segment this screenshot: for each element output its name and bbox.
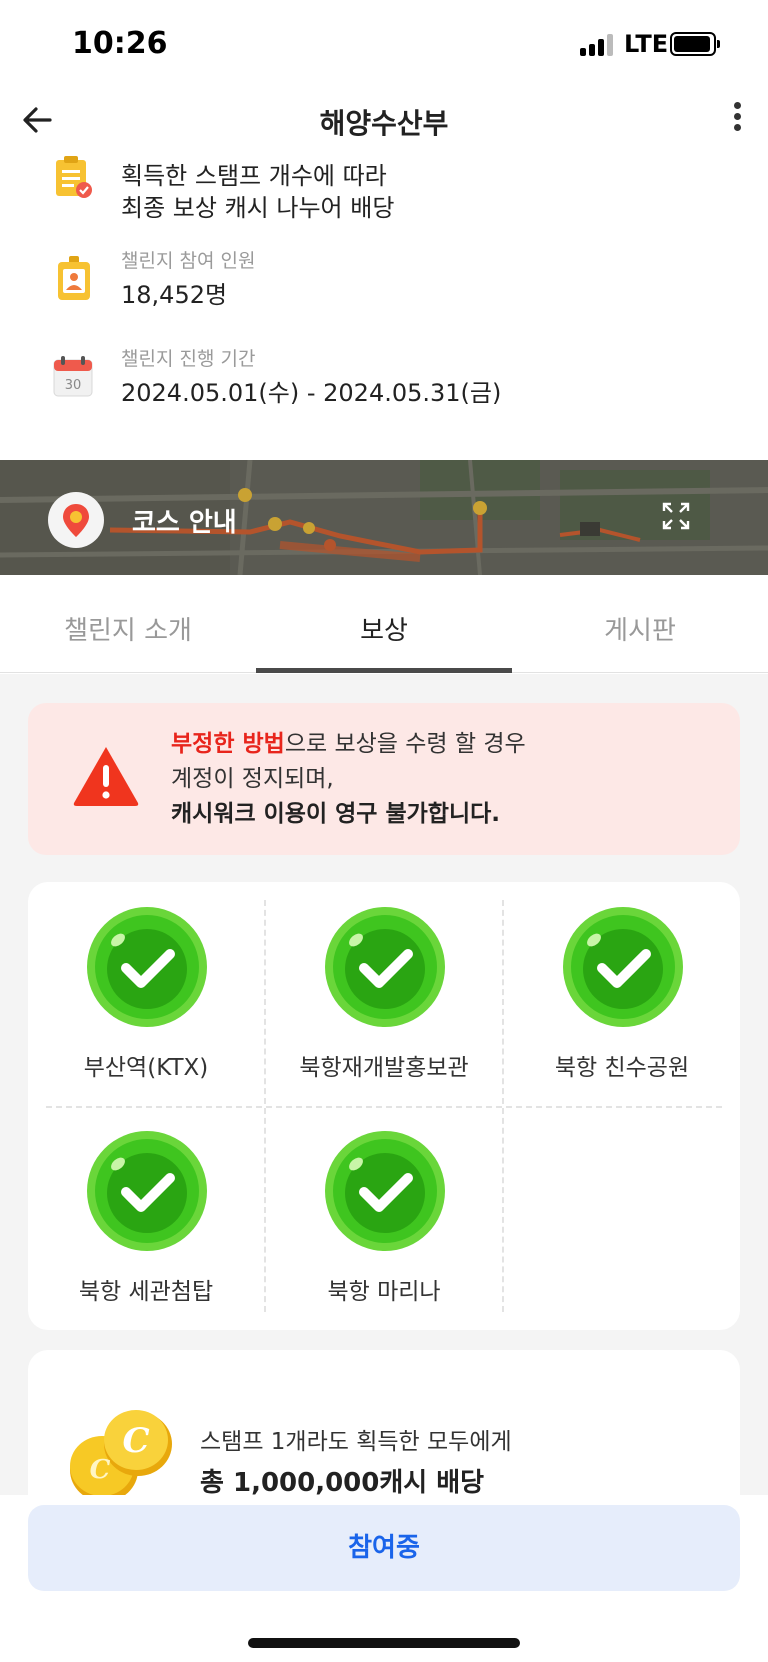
stamp-label: 북항 마리나: [327, 1279, 441, 1305]
participating-button[interactable]: 참여중: [28, 1505, 740, 1591]
participants-value: 18,452명: [121, 281, 228, 309]
stamp-item[interactable]: 북항 친수공원: [504, 882, 740, 1092]
stamp-item[interactable]: 북항재개발홍보관: [266, 882, 502, 1092]
svg-text:C: C: [90, 1455, 111, 1485]
id-badge-icon: [58, 256, 90, 300]
tab-board[interactable]: 게시판: [512, 610, 768, 647]
warning-line3: 캐시워크 이용이 영구 불가합니다.: [171, 801, 500, 827]
check-stamp-icon: [87, 1131, 207, 1251]
cellular-signal-icon: [580, 34, 616, 56]
home-indicator: [248, 1638, 520, 1648]
stamp-label: 북항 친수공원: [554, 1055, 690, 1081]
expand-icon[interactable]: [660, 500, 692, 532]
clipboard-icon: [56, 156, 92, 198]
warning-highlight: 부정한 방법: [171, 731, 285, 757]
reward-description: 스탬프 1개라도 획득한 모두에게: [200, 1429, 512, 1455]
svg-text:C: C: [122, 1421, 149, 1461]
tab-challenge-intro[interactable]: 챌린지 소개: [0, 610, 256, 647]
warning-line2: 계정이 정지되며,: [171, 766, 334, 792]
reward-total: 총 1,000,000캐시 배당: [200, 1468, 485, 1498]
stamp-grid: 부산역(KTX) 북항재개발홍보관 북항 친수공원 북항 세관첨탑 북항 마리나: [28, 882, 740, 1330]
course-guide-banner[interactable]: 코스 안내: [0, 460, 768, 575]
period-row: 30 챌린지 진행 기간 2024.05.01(수) - 2024.05.31(…: [0, 344, 768, 414]
calendar-icon: 30: [53, 356, 93, 397]
participants-row: 챌린지 참여 인원 18,452명: [0, 246, 768, 316]
reward-rule-line2: 최종 보상 캐시 나누어 배당: [121, 194, 395, 222]
stamp-item[interactable]: 북항 세관첨탑: [28, 1106, 264, 1316]
reward-rule-line1: 획득한 스탬프 개수에 따라: [121, 162, 387, 190]
status-time: 10:26: [72, 26, 168, 61]
coins-icon: C C: [70, 1410, 172, 1502]
warning-line1-rest: 으로 보상을 수령 할 경우: [284, 731, 526, 757]
stamp-item[interactable]: 부산역(KTX): [28, 882, 264, 1092]
page-title: 해양수산부: [319, 107, 449, 140]
warning-notice: 부정한 방법으로 보상을 수령 할 경우 계정이 정지되며, 캐시워크 이용이 …: [28, 703, 740, 855]
course-map: [0, 460, 768, 575]
check-stamp-icon: [325, 1131, 445, 1251]
period-label: 챌린지 진행 기간: [121, 348, 256, 370]
svg-text:30: 30: [65, 378, 82, 393]
network-type: LTE: [624, 30, 669, 58]
course-pin-badge: [48, 492, 104, 548]
status-bar: 10:26 LTE: [0, 0, 768, 88]
more-options-icon[interactable]: [732, 102, 742, 138]
period-value: 2024.05.01(수) - 2024.05.31(금): [121, 379, 502, 407]
course-guide-label: 코스 안내: [132, 508, 237, 538]
stamp-label: 부산역(KTX): [83, 1055, 209, 1081]
check-stamp-icon: [325, 907, 445, 1027]
stamp-label: 북항 세관첨탑: [78, 1279, 214, 1305]
check-stamp-icon: [87, 907, 207, 1027]
stamp-item[interactable]: 북항 마리나: [266, 1106, 502, 1316]
stamp-label: 북항재개발홍보관: [299, 1055, 469, 1081]
check-stamp-icon: [563, 907, 683, 1027]
tab-reward[interactable]: 보상: [256, 610, 512, 647]
participants-label: 챌린지 참여 인원: [121, 250, 256, 272]
battery-icon: [670, 32, 720, 56]
nav-bar: 해양수산부: [0, 88, 768, 152]
active-tab-indicator: [256, 668, 512, 673]
warning-triangle-icon: [73, 747, 139, 806]
reward-rule-row: 획득한 스탬프 개수에 따라 최종 보상 캐시 나누어 배당: [0, 156, 768, 226]
tab-bar: 챌린지 소개 보상 게시판: [0, 580, 768, 673]
